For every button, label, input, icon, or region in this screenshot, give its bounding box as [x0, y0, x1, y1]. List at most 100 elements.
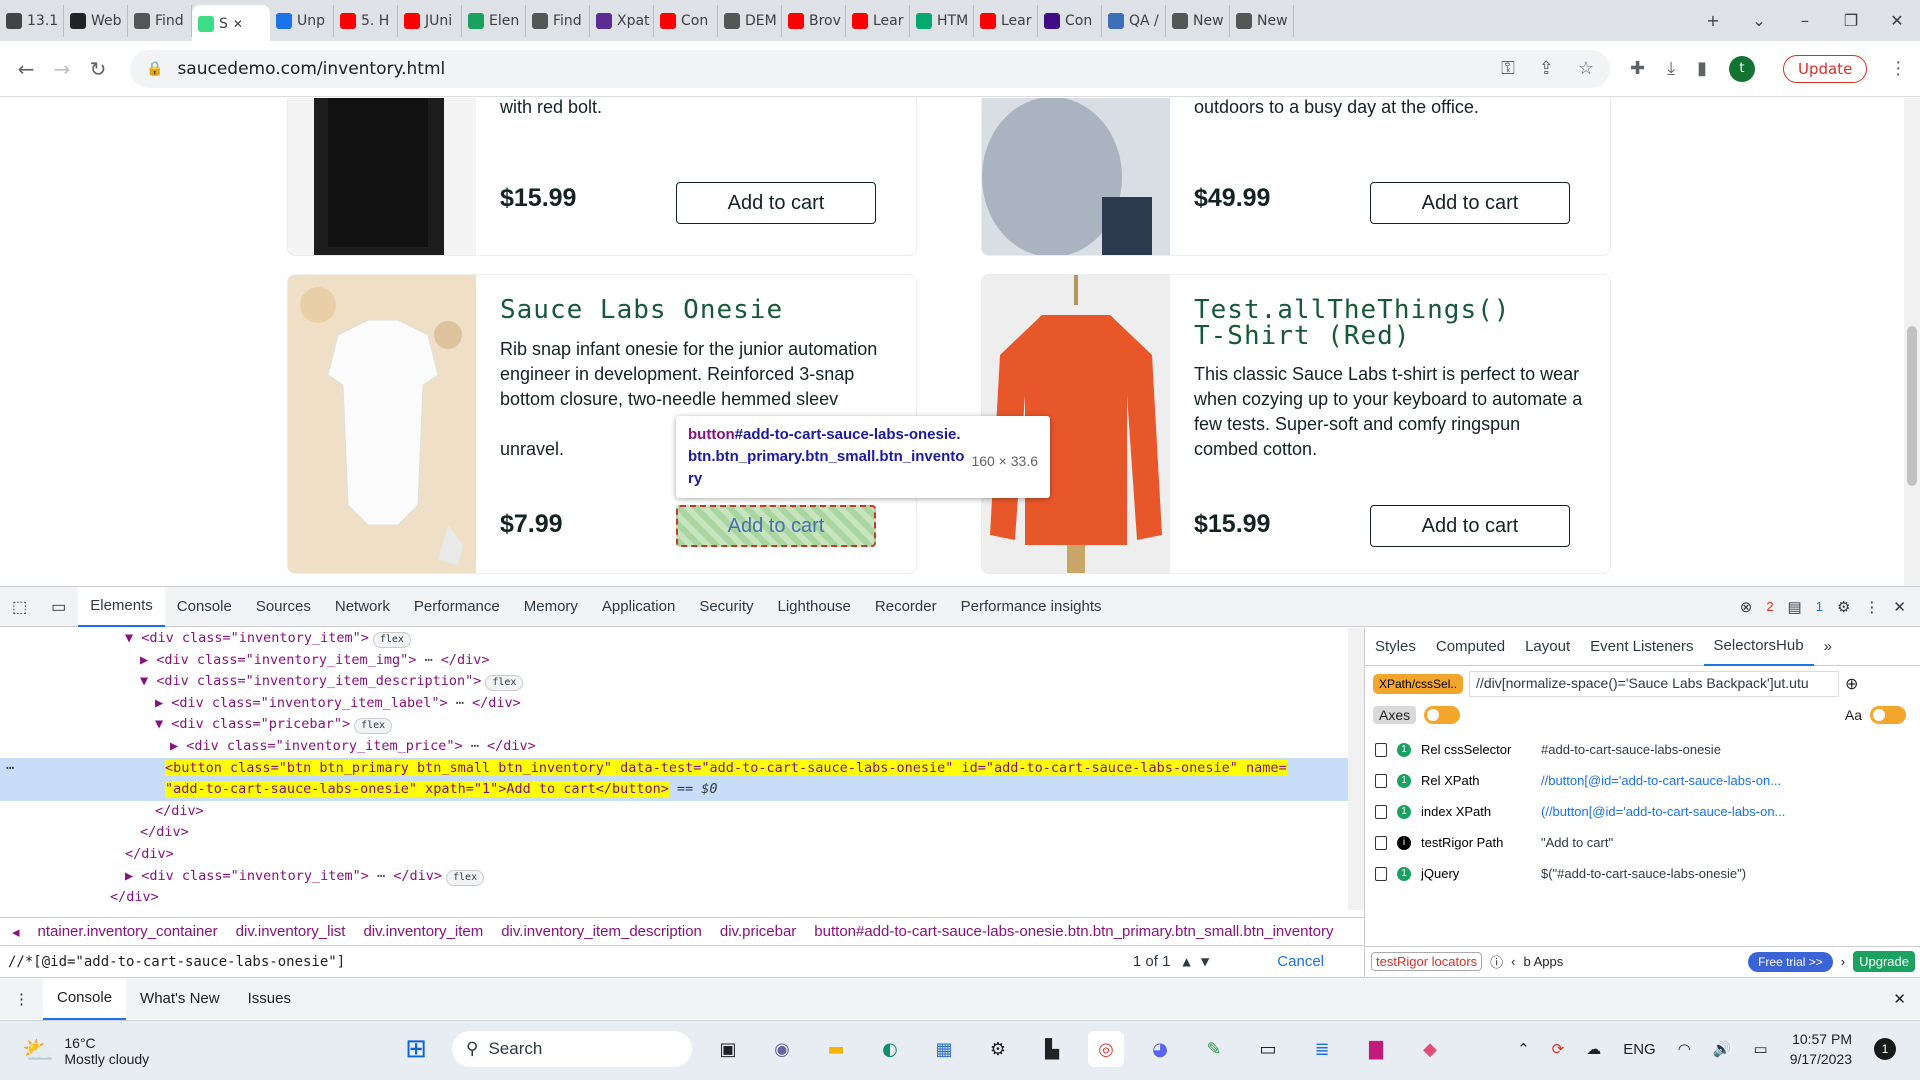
- forward-button[interactable]: →: [46, 53, 78, 85]
- elements-scrollbar[interactable]: [1348, 628, 1364, 910]
- device-toolbar-icon[interactable]: ▭: [39, 587, 78, 627]
- product-image[interactable]: [288, 98, 476, 255]
- drawer-tab-console[interactable]: Console: [43, 977, 127, 1020]
- address-bar[interactable]: 🔒 saucedemo.com/inventory.html ⚿ ⇪ ☆: [130, 49, 1610, 88]
- breadcrumb-item[interactable]: div.inventory_item: [363, 923, 483, 940]
- find-input[interactable]: //*[@id="add-to-cart-sauce-labs-onesie"]: [8, 954, 345, 970]
- tab-close-icon[interactable]: ✕: [233, 17, 243, 31]
- devtools-tab-recorder[interactable]: Recorder: [863, 587, 949, 627]
- devtools-tab-performance-insights[interactable]: Performance insights: [949, 587, 1114, 627]
- browser-tab[interactable]: New: [1166, 4, 1230, 37]
- find-prev-icon[interactable]: ▲: [1182, 954, 1190, 970]
- browser-tab[interactable]: Xpat: [590, 4, 654, 37]
- edge-icon[interactable]: ◐: [872, 1031, 908, 1067]
- side-tab-styles[interactable]: Styles: [1365, 628, 1426, 666]
- file-explorer-icon[interactable]: ▬: [818, 1031, 854, 1067]
- settings-icon[interactable]: ⚙: [1837, 598, 1850, 616]
- devtools-tab-memory[interactable]: Memory: [512, 587, 590, 627]
- message-count-badge[interactable]: 1: [1816, 599, 1823, 614]
- notification-badge[interactable]: 1: [1874, 1038, 1896, 1060]
- sticky-notes-icon[interactable]: ▙: [1034, 1031, 1070, 1067]
- add-to-cart-button-highlighted[interactable]: Add to cart: [676, 505, 876, 547]
- flex-badge[interactable]: flex: [485, 675, 524, 692]
- wifi-icon[interactable]: ◠: [1678, 1040, 1691, 1058]
- menu-icon[interactable]: ⋮: [1889, 58, 1907, 79]
- close-drawer-icon[interactable]: ✕: [1893, 990, 1906, 1008]
- page-scrollbar-thumb[interactable]: [1907, 326, 1917, 486]
- chevron-up-icon[interactable]: ⌃: [1517, 1040, 1530, 1058]
- browser-tab[interactable]: Web: [64, 4, 128, 37]
- battery-icon[interactable]: ▭: [1754, 1040, 1768, 1058]
- intellij-icon[interactable]: ▇: [1358, 1031, 1394, 1067]
- gem-icon[interactable]: ◆: [1412, 1031, 1448, 1067]
- product-name[interactable]: Sauce Labs Onesie: [500, 297, 783, 323]
- drawer-tab-what-s-new[interactable]: What's New: [126, 978, 234, 1020]
- browser-tab[interactable]: Find: [526, 4, 590, 37]
- add-to-cart-button[interactable]: Add to cart: [1370, 182, 1570, 224]
- reload-button[interactable]: ↻: [82, 53, 114, 85]
- ellipsis-icon[interactable]: ⋯: [448, 695, 472, 711]
- devtools-tab-network[interactable]: Network: [323, 587, 402, 627]
- elements-tree[interactable]: ▼ <div class="inventory_item"> flex ▶ <div…: [0, 628, 1348, 910]
- expand-arrow-icon[interactable]: ▼: [155, 716, 171, 732]
- ellipsis-icon[interactable]: ⋯: [369, 868, 393, 884]
- extensions-icon[interactable]: ✚: [1630, 58, 1645, 79]
- product-image[interactable]: [982, 98, 1170, 255]
- dom-node[interactable]: </div>: [0, 887, 1348, 909]
- devtools-tab-sources[interactable]: Sources: [244, 587, 323, 627]
- chevron-left-icon[interactable]: ‹: [1511, 954, 1515, 969]
- error-count-badge[interactable]: 2: [1766, 599, 1773, 614]
- tab-search-icon[interactable]: ⌄: [1736, 11, 1782, 30]
- start-button[interactable]: ⊞: [398, 1031, 434, 1067]
- teams-icon[interactable]: ◉: [764, 1031, 800, 1067]
- browser-tab[interactable]: Find: [128, 4, 192, 37]
- breadcrumb-item[interactable]: div.inventory_item_description: [501, 923, 702, 940]
- paint-icon[interactable]: ✎: [1196, 1031, 1232, 1067]
- browser-tab[interactable]: QA /: [1102, 4, 1166, 37]
- sync-icon[interactable]: ⟳: [1552, 1040, 1565, 1058]
- onedrive-icon[interactable]: ☁: [1586, 1040, 1601, 1058]
- expand-arrow-icon[interactable]: ▶: [170, 738, 186, 754]
- volume-icon[interactable]: 🔊: [1713, 1040, 1732, 1058]
- task-view-icon[interactable]: ▣: [710, 1031, 746, 1067]
- browser-tab[interactable]: HTM: [910, 4, 974, 37]
- dom-node[interactable]: ▼ <div class="pricebar"> flex: [0, 714, 1348, 736]
- find-cancel-button[interactable]: Cancel: [1277, 953, 1324, 970]
- expand-arrow-icon[interactable]: ▼: [140, 673, 156, 689]
- devtools-tab-console[interactable]: Console: [165, 587, 244, 627]
- back-button[interactable]: ←: [10, 53, 42, 85]
- selector-value[interactable]: "Add to cart": [1541, 835, 1831, 850]
- browser-tab[interactable]: New: [1230, 4, 1294, 37]
- weather-widget[interactable]: ⛅ 16°C Mostly cloudy: [22, 1035, 149, 1067]
- axes-toggle[interactable]: [1424, 706, 1461, 724]
- chevron-right-icon[interactable]: ›: [1841, 954, 1845, 969]
- breadcrumb-item[interactable]: div.pricebar: [720, 923, 796, 940]
- browser-tab[interactable]: Con: [1038, 4, 1102, 37]
- flex-badge[interactable]: flex: [446, 869, 485, 886]
- selector-value[interactable]: (//button[@id='add-to-cart-sauce-labs-on…: [1541, 804, 1831, 819]
- dom-node[interactable]: ▶ <div class="inventory_item_price"> ⋯ <…: [0, 736, 1348, 758]
- expand-arrow-icon[interactable]: ▶: [125, 868, 141, 884]
- minimize-button[interactable]: –: [1782, 11, 1828, 30]
- store-icon[interactable]: ▦: [926, 1031, 962, 1067]
- copy-icon[interactable]: [1375, 773, 1387, 788]
- close-devtools-icon[interactable]: ✕: [1893, 598, 1906, 616]
- bookmark-star-icon[interactable]: ☆: [1578, 58, 1594, 79]
- breadcrumb-item[interactable]: div.inventory_list: [236, 923, 346, 940]
- ellipsis-icon[interactable]: ⋯: [463, 738, 487, 754]
- drawer-tab-issues[interactable]: Issues: [234, 978, 305, 1020]
- add-to-cart-button[interactable]: Add to cart: [1370, 505, 1570, 547]
- more-options-icon[interactable]: ⋮: [1864, 598, 1879, 616]
- dom-node[interactable]: ▶ <div class="inventory_item"> ⋯ </div> f…: [0, 866, 1348, 888]
- selector-value[interactable]: //button[@id='add-to-cart-sauce-labs-on.…: [1541, 773, 1831, 788]
- dom-node[interactable]: ▼ <div class="inventory_item_description…: [0, 671, 1348, 693]
- devtools-tab-application[interactable]: Application: [590, 587, 687, 627]
- terminal-icon[interactable]: ▭: [1250, 1031, 1286, 1067]
- upgrade-button[interactable]: Upgrade: [1853, 951, 1915, 972]
- row-more-icon[interactable]: ⋯: [6, 758, 14, 780]
- dom-node[interactable]: </div>: [0, 822, 1348, 844]
- profile-avatar[interactable]: t: [1728, 55, 1755, 82]
- browser-tab[interactable]: Lear: [846, 4, 910, 37]
- devtools-tab-security[interactable]: Security: [687, 587, 765, 627]
- product-image[interactable]: [288, 275, 476, 573]
